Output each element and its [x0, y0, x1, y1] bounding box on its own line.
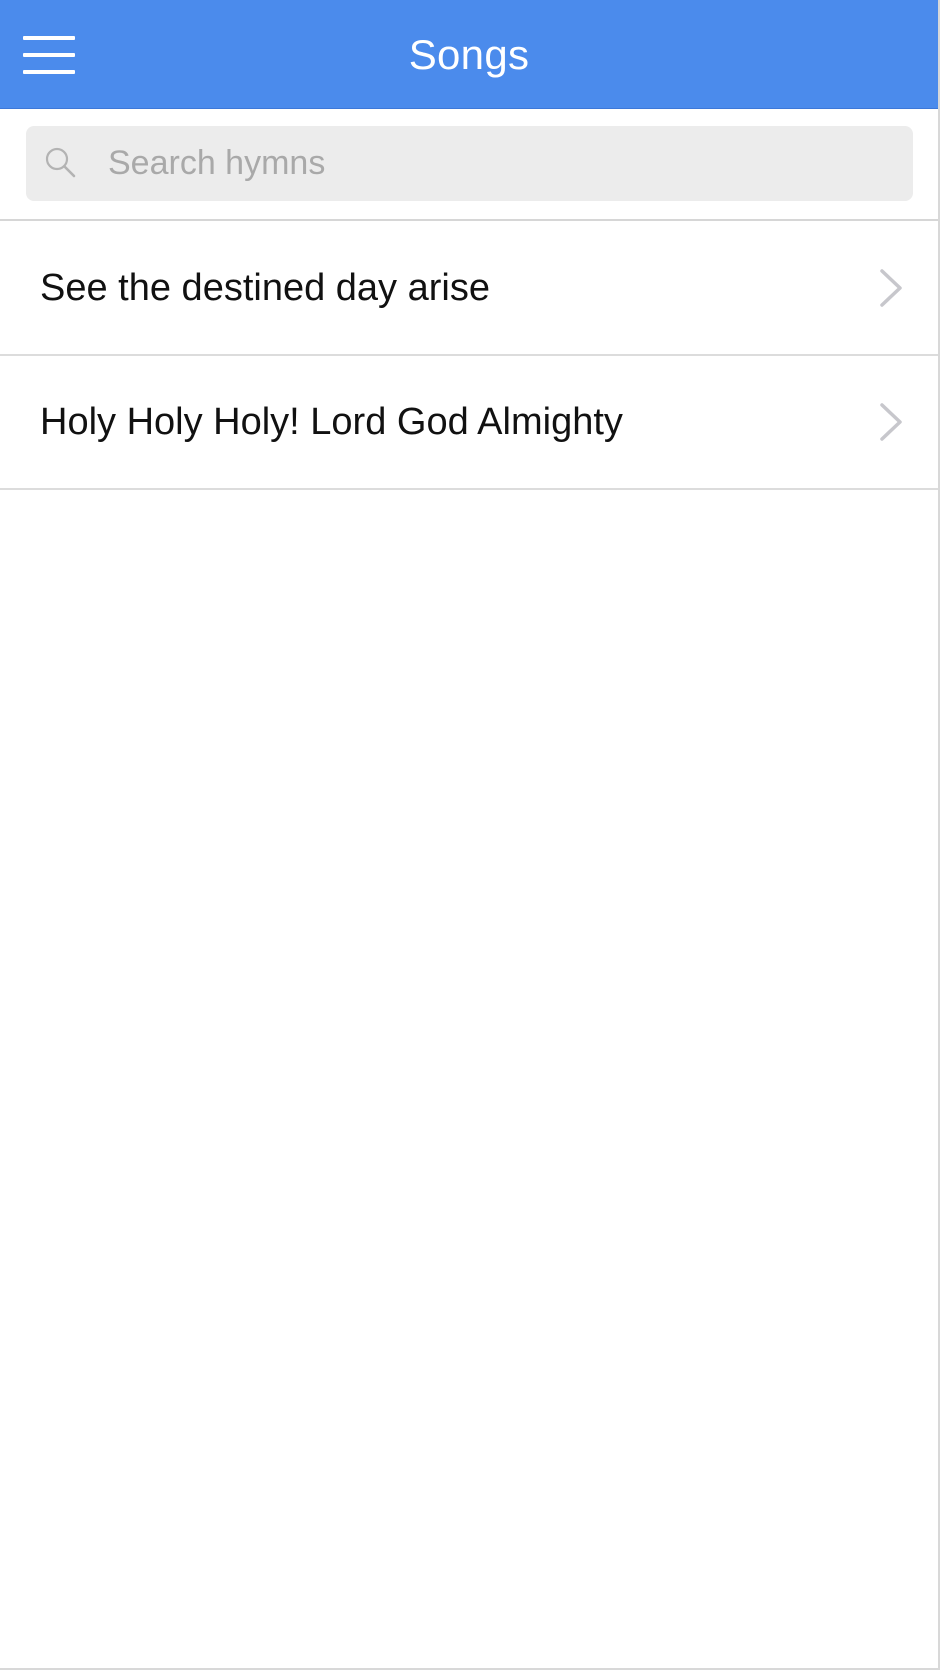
song-list: See the destined day arise Holy Holy Hol…	[0, 222, 938, 490]
list-item[interactable]: See the destined day arise	[0, 222, 938, 356]
songs-screen: Songs See the destined day arise Holy Ho…	[0, 0, 940, 1670]
list-item-label: Holy Holy Holy! Lord God Almighty	[40, 401, 623, 443]
search-input[interactable]	[108, 126, 898, 201]
search-bar	[0, 110, 938, 221]
list-item-label: See the destined day arise	[40, 267, 490, 309]
search-icon	[45, 147, 76, 178]
page-title: Songs	[408, 31, 530, 78]
list-item[interactable]: Holy Holy Holy! Lord God Almighty	[0, 356, 938, 490]
search-box[interactable]	[26, 126, 913, 201]
chevron-right-icon	[880, 269, 902, 307]
app-header: Songs	[0, 0, 938, 109]
chevron-right-icon	[880, 403, 902, 441]
